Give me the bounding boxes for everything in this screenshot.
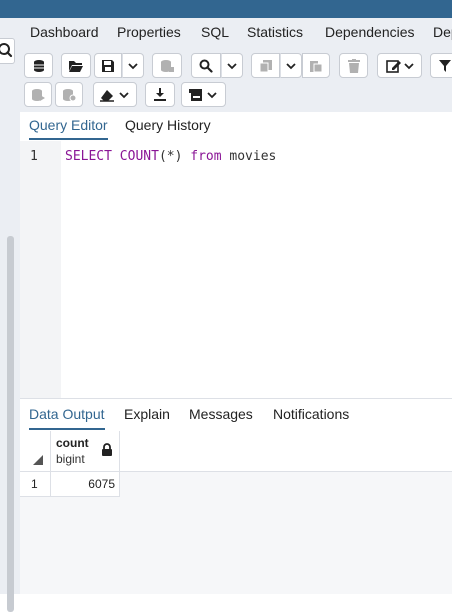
top-header-bar bbox=[0, 0, 452, 18]
copy-button[interactable] bbox=[251, 53, 280, 78]
cancel-query-button[interactable] bbox=[55, 82, 83, 107]
results-grid: count bigint 1 6075 bbox=[20, 431, 452, 594]
edit-icon bbox=[385, 59, 414, 73]
sql-args: (*) bbox=[158, 149, 183, 164]
object-browser-scrollbar[interactable] bbox=[7, 236, 14, 612]
row-number-label: 1 bbox=[31, 477, 38, 491]
copy-dropdown-button[interactable] bbox=[280, 53, 302, 78]
sql-keyword-from: from bbox=[190, 149, 222, 164]
tab-dashboard[interactable]: Dashboard bbox=[30, 24, 99, 40]
macros-button[interactable] bbox=[181, 82, 226, 107]
row-number[interactable]: 1 bbox=[20, 472, 51, 497]
tab-explain[interactable]: Explain bbox=[124, 406, 170, 428]
column-type: bigint bbox=[56, 452, 85, 466]
filter-icon bbox=[439, 59, 451, 72]
edit-mode-button[interactable] bbox=[377, 53, 422, 78]
database-edit-icon bbox=[161, 59, 174, 72]
tab-dependencies[interactable]: Dependencies bbox=[325, 24, 415, 40]
select-all-corner[interactable] bbox=[20, 431, 51, 471]
query-toolbar bbox=[20, 46, 452, 112]
main-tabs: Dashboard Properties SQL Statistics Depe… bbox=[20, 18, 452, 47]
save-dropdown-button[interactable] bbox=[122, 53, 144, 78]
sql-code-line[interactable]: SELECT COUNT(*) from movies bbox=[65, 149, 276, 164]
line-number-gutter: 1 bbox=[20, 141, 61, 398]
editor-tabs: Query Editor Query History bbox=[20, 112, 452, 142]
chevron-down-icon bbox=[128, 62, 138, 69]
sql-editor[interactable]: 1 SELECT COUNT(*) from movies bbox=[20, 141, 452, 398]
eraser-icon bbox=[100, 89, 129, 102]
select-all-icon bbox=[33, 455, 43, 465]
find-button[interactable] bbox=[191, 53, 221, 78]
sql-table-name: movies bbox=[229, 149, 277, 164]
cell-value: 6075 bbox=[88, 477, 115, 491]
save-icon bbox=[102, 59, 114, 72]
lock-icon bbox=[102, 443, 112, 456]
tab-sql[interactable]: SQL bbox=[201, 24, 229, 40]
database-run-icon bbox=[32, 88, 45, 101]
paste-icon bbox=[310, 60, 323, 72]
open-file-button[interactable] bbox=[61, 53, 91, 78]
download-icon bbox=[154, 87, 166, 101]
server-connection-button[interactable] bbox=[24, 53, 53, 78]
sql-function-count: COUNT bbox=[119, 149, 159, 164]
grid-header-row: count bigint bbox=[20, 431, 452, 472]
column-header-count[interactable]: count bigint bbox=[51, 431, 120, 471]
trash-icon bbox=[347, 58, 360, 73]
line-number: 1 bbox=[30, 149, 38, 164]
chevron-down-icon bbox=[286, 62, 296, 69]
edit-data-button[interactable] bbox=[152, 53, 182, 78]
object-browser-panel bbox=[0, 18, 21, 612]
tab-messages[interactable]: Messages bbox=[189, 406, 253, 428]
column-name: count bbox=[56, 436, 89, 450]
macro-icon bbox=[188, 88, 217, 101]
output-tabs: Data Output Explain Messages Notificatio… bbox=[20, 398, 452, 432]
tab-data-output[interactable]: Data Output bbox=[29, 406, 105, 430]
search-icon bbox=[0, 43, 13, 58]
execute-button[interactable] bbox=[24, 82, 52, 107]
database-stop-icon bbox=[63, 88, 76, 101]
copy-icon bbox=[259, 59, 272, 72]
tab-query-editor[interactable]: Query Editor bbox=[29, 117, 108, 140]
tab-dependents[interactable]: Dep bbox=[433, 24, 452, 40]
tab-statistics[interactable]: Statistics bbox=[247, 24, 303, 40]
paste-button[interactable] bbox=[302, 53, 330, 78]
database-icon bbox=[33, 59, 44, 72]
sql-keyword-select: SELECT bbox=[65, 149, 112, 164]
search-icon bbox=[199, 59, 213, 73]
filter-button[interactable] bbox=[430, 53, 452, 78]
tab-notifications[interactable]: Notifications bbox=[273, 406, 349, 428]
clear-button[interactable] bbox=[93, 82, 137, 107]
table-cell[interactable]: 6075 bbox=[51, 472, 120, 497]
folder-open-icon bbox=[69, 60, 83, 72]
save-file-button[interactable] bbox=[94, 53, 122, 78]
chevron-down-icon bbox=[227, 62, 237, 69]
object-search-button[interactable] bbox=[0, 38, 15, 64]
download-button[interactable] bbox=[145, 82, 175, 107]
find-dropdown-button[interactable] bbox=[221, 53, 243, 78]
delete-button[interactable] bbox=[339, 53, 368, 78]
tab-query-history[interactable]: Query History bbox=[125, 117, 211, 138]
tab-properties[interactable]: Properties bbox=[117, 24, 181, 40]
